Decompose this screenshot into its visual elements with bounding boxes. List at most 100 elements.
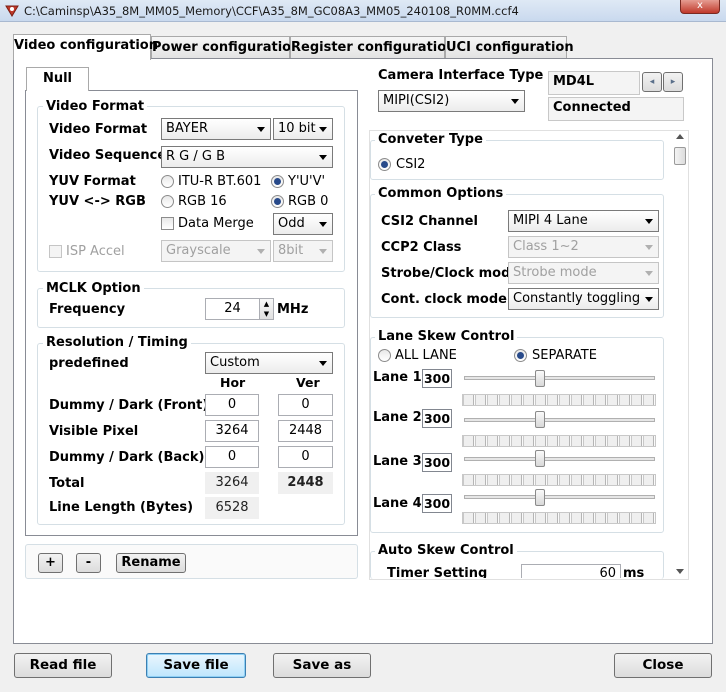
window-title: C:\Caminsp\A35_8M_MM05_Memory\CCF\A35_8M… bbox=[24, 4, 519, 18]
frequency-spinner[interactable]: ▲ ▼ bbox=[259, 298, 274, 320]
hor-header: Hor bbox=[220, 375, 246, 390]
camera-interface-value: MIPI(CSI2) bbox=[383, 93, 450, 108]
read-file-button[interactable]: Read file bbox=[14, 653, 112, 678]
timer-setting-label: Timer Setting bbox=[387, 566, 488, 578]
csi2-label: CSI2 bbox=[396, 157, 426, 172]
yuv-format-label: YUV Format bbox=[49, 174, 136, 189]
separate-radio[interactable] bbox=[514, 349, 527, 362]
csi2-channel-select[interactable]: MIPI 4 Lane bbox=[508, 210, 659, 232]
tab-video-configuration[interactable]: Video configuration bbox=[13, 34, 158, 60]
timer-setting-input[interactable]: 60 bbox=[521, 564, 621, 578]
add-sensor-button[interactable]: + bbox=[38, 553, 63, 573]
data-merge-checkbox[interactable] bbox=[161, 217, 174, 230]
row-label-front: Dummy / Dark (Front) bbox=[49, 398, 209, 413]
scroll-down-icon[interactable] bbox=[676, 569, 684, 574]
line-length-label: Line Length (Bytes) bbox=[49, 500, 194, 515]
tab-power-configuration[interactable]: Power configuration bbox=[151, 36, 300, 59]
chevron-down-icon bbox=[645, 297, 653, 302]
sensor-button-strip bbox=[25, 544, 358, 579]
lane-2-label: Lane 2 bbox=[373, 410, 422, 425]
itu-label: ITU-R BT.601 bbox=[178, 174, 262, 189]
cont-clock-label: Cont. clock mode bbox=[381, 292, 507, 307]
isp-accel-checkbox[interactable] bbox=[49, 245, 62, 258]
scroll-thumb[interactable] bbox=[674, 147, 686, 165]
front-ver-input[interactable]: 0 bbox=[278, 394, 333, 416]
ccp2-class-select[interactable]: Class 1~2 bbox=[508, 236, 659, 258]
frequency-input[interactable]: 24 bbox=[205, 298, 260, 320]
lane-2-slider-thumb[interactable] bbox=[535, 411, 545, 428]
cont-clock-value: Constantly toggling bbox=[513, 291, 641, 306]
save-file-button[interactable]: Save file bbox=[146, 653, 246, 678]
lane-1-ticks bbox=[462, 394, 656, 406]
camera-interface-label: Camera Interface Type bbox=[378, 68, 544, 83]
rgb16-radio[interactable] bbox=[161, 195, 174, 208]
row-label-visible: Visible Pixel bbox=[49, 424, 139, 439]
lane-4-slider-thumb[interactable] bbox=[535, 489, 545, 506]
app-icon bbox=[5, 5, 19, 17]
predefined-select[interactable]: Custom bbox=[205, 352, 333, 374]
next-device-button[interactable]: ▸ bbox=[663, 72, 683, 92]
chevron-down-icon bbox=[645, 219, 653, 224]
bit8-select[interactable]: 8bit bbox=[273, 240, 333, 262]
prev-device-button[interactable]: ◂ bbox=[642, 72, 662, 92]
row-label-total: Total bbox=[49, 476, 85, 491]
visible-ver-input[interactable]: 2448 bbox=[278, 420, 333, 442]
isp-accel-label: ISP Accel bbox=[66, 244, 125, 259]
lane-1-value: 300 bbox=[422, 369, 452, 388]
grayscale-select[interactable]: Grayscale bbox=[161, 240, 271, 262]
close-button[interactable]: Close bbox=[614, 653, 712, 678]
rgb16-label: RGB 16 bbox=[178, 194, 227, 209]
bit-depth-select[interactable]: 10 bit bbox=[273, 118, 333, 140]
video-format-value: BAYER bbox=[166, 121, 208, 136]
separate-label: SEPARATE bbox=[532, 348, 597, 363]
save-as-button[interactable]: Save as bbox=[273, 653, 371, 678]
lane-3-slider[interactable] bbox=[464, 457, 655, 461]
itu-radio[interactable] bbox=[161, 175, 174, 188]
sensor-tab-null[interactable]: Null bbox=[26, 67, 89, 91]
yuv-order-radio[interactable] bbox=[271, 175, 284, 188]
ccp2-class-label: CCP2 Class bbox=[381, 240, 462, 255]
rgb0-radio[interactable] bbox=[271, 195, 284, 208]
chevron-down-icon bbox=[257, 127, 265, 132]
video-sequence-select[interactable]: R G / G B bbox=[161, 146, 333, 168]
chevron-down-icon bbox=[319, 155, 327, 160]
cont-clock-select[interactable]: Constantly toggling bbox=[508, 288, 659, 310]
video-format-select[interactable]: BAYER bbox=[161, 118, 271, 140]
window-close-button[interactable]: x bbox=[680, 0, 720, 14]
all-lane-radio[interactable] bbox=[378, 349, 391, 362]
line-length-value: 6528 bbox=[205, 497, 259, 519]
back-hor-input[interactable]: 0 bbox=[205, 446, 259, 468]
visible-hor-input[interactable]: 3264 bbox=[205, 420, 259, 442]
predefined-label: predefined bbox=[49, 356, 129, 371]
csi2-radio[interactable] bbox=[378, 158, 391, 171]
chevron-down-icon bbox=[645, 271, 653, 276]
lane-1-slider[interactable] bbox=[464, 376, 655, 380]
scroll-up-icon[interactable] bbox=[676, 134, 684, 139]
bit8-value: 8bit bbox=[278, 243, 304, 258]
auto-skew-title: Auto Skew Control bbox=[375, 543, 517, 558]
converter-title: Conveter Type bbox=[375, 132, 486, 147]
merge-select[interactable]: Odd bbox=[273, 213, 333, 235]
strobe-clock-label: Strobe/Clock mode bbox=[381, 266, 520, 281]
lane-3-ticks bbox=[462, 474, 656, 486]
lane-2-slider[interactable] bbox=[464, 418, 655, 422]
video-format-label: Video Format bbox=[49, 122, 148, 137]
remove-sensor-button[interactable]: - bbox=[76, 553, 101, 573]
lane-3-slider-thumb[interactable] bbox=[535, 450, 545, 467]
strobe-clock-select[interactable]: Strobe mode bbox=[508, 262, 659, 284]
lane-2-ticks bbox=[462, 435, 656, 447]
tab-register-configuration[interactable]: Register configuration bbox=[290, 36, 455, 59]
lane-4-ticks bbox=[462, 512, 656, 524]
camera-interface-select[interactable]: MIPI(CSI2) bbox=[378, 90, 525, 112]
rgb0-label: RGB 0 bbox=[288, 194, 329, 209]
front-hor-input[interactable]: 0 bbox=[205, 394, 259, 416]
total-ver-value: 2448 bbox=[278, 472, 333, 494]
device-name: MD4L bbox=[548, 71, 640, 95]
tab-uci-configuration[interactable]: UCI configuration bbox=[445, 36, 574, 59]
row-label-back: Dummy / Dark (Back) bbox=[49, 450, 205, 465]
rename-button[interactable]: Rename bbox=[116, 553, 186, 573]
options-scrollbar[interactable] bbox=[672, 131, 688, 579]
lane-4-slider[interactable] bbox=[464, 495, 655, 499]
back-ver-input[interactable]: 0 bbox=[278, 446, 333, 468]
lane-1-slider-thumb[interactable] bbox=[535, 370, 545, 387]
